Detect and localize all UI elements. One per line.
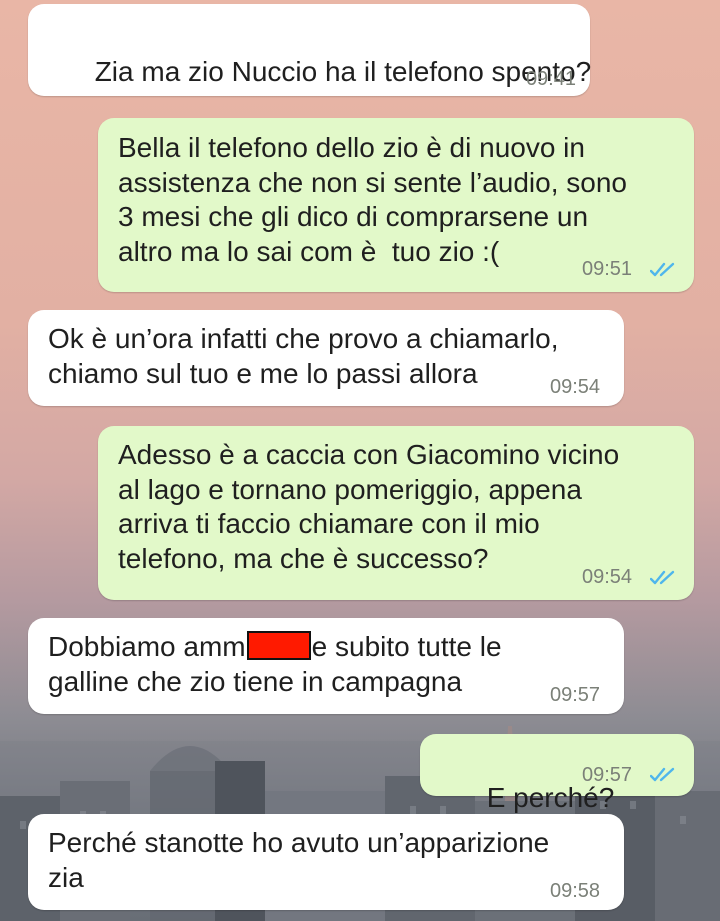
message-text: Zia ma zio Nuccio ha il telefono spento? [48,20,592,124]
double-check-icon [650,767,675,782]
message-bubble-outgoing[interactable]: E perché? 09:57 [420,734,694,813]
message-bubble-outgoing[interactable]: Adesso è a caccia con Giacomino vicino a… [98,426,694,600]
message-bubble-incoming[interactable]: Dobbiamo amm e subito tutte le galline ch… [28,618,624,714]
message-line: chiamo sul tuo e me lo passi allora [48,357,478,389]
message-timestamp: 09:51 [582,258,633,280]
message-timestamp: 09:57 [550,684,601,706]
message-line: e subito tutte le [311,631,502,662]
message-bubble-outgoing[interactable]: Bella il telefono dello zio è di nuovo i… [98,118,694,292]
message-line: Zia ma zio Nuccio ha il telefono spento? [94,55,592,87]
message-line: Dobbiamo amm [48,631,246,662]
message-line: Ok è un’ora infatti che provo a chiamarl… [48,323,559,354]
message-line: Adesso è a caccia con Giacomino vicino [118,439,620,470]
redaction-box [246,631,311,660]
message-text: Adesso è a caccia con Giacomino vicino a… [118,438,619,576]
message-text: Ok è un’ora infatti che provo a chiamarl… [48,322,558,391]
message-line: assistenza che non si sente l’audio, son… [118,166,627,198]
message-line: Bella il telefono dello zio è di nuovo i… [118,132,585,163]
message-line: Perché stanotte ho avuto un’apparizione [48,827,550,858]
message-line: arriva ti faccio chiamare con il mio [118,508,540,539]
message-timestamp: 09:57 [582,764,633,786]
message-text: Bella il telefono dello zio è di nuovo i… [118,131,627,269]
double-check-icon [650,570,675,585]
message-line: al lago e tornano pomeriggio, appena [118,473,582,505]
message-text: Perché stanotte ho avuto un’apparizione … [48,826,549,895]
message-timestamp: 09:41 [525,68,576,90]
message-timestamp: 09:54 [582,566,633,588]
chat-conversation[interactable]: Zia ma zio Nuccio ha il telefono spento?… [0,0,720,921]
double-check-icon [650,262,675,277]
message-line: telefono, ma che è successo? [118,542,489,574]
message-text: Dobbiamo amm e subito tutte le galline ch… [48,630,502,699]
message-line: galline che zio tiene in campagna [48,665,463,697]
message-bubble-incoming[interactable]: Perché stanotte ho avuto un’apparizione … [28,814,624,910]
message-line: altro ma lo sai com è tuo zio :( [118,235,500,267]
message-line: zia [48,861,84,893]
message-bubble-incoming[interactable]: Zia ma zio Nuccio ha il telefono spento?… [28,4,591,96]
message-line: 3 mesi che gli dico di comprarsene un [118,201,589,232]
message-bubble-incoming[interactable]: Ok è un’ora infatti che provo a chiamarl… [28,310,624,406]
message-timestamp: 09:54 [550,376,601,398]
message-timestamp: 09:58 [550,880,601,902]
